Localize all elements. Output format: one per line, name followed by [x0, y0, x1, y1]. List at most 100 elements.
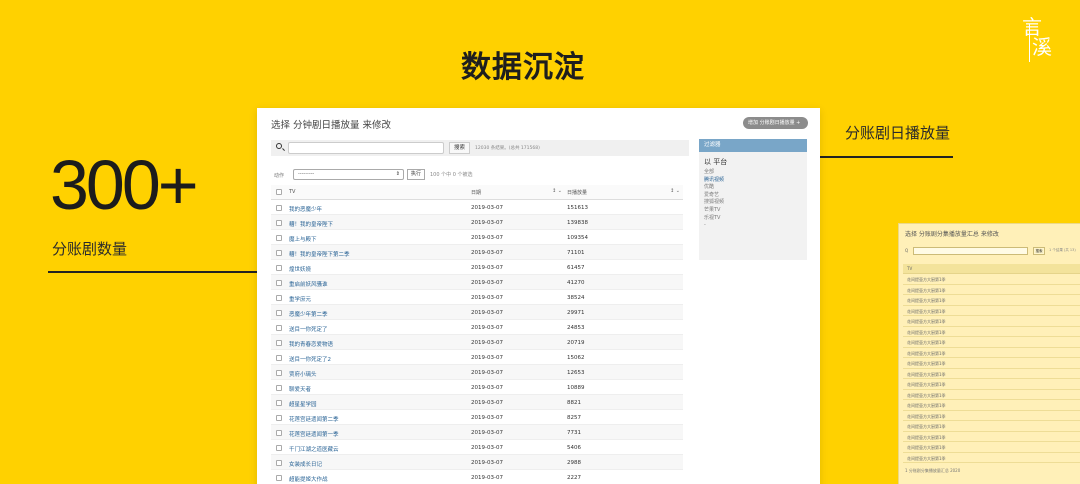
secondary-table: TV 花间提壶方大厨第1季 花间提壶方大厨第1季 花间提壶方大厨第1季 花间提壶方大厨…: [903, 264, 1080, 463]
secondary-search-button[interactable]: 搜索: [1033, 247, 1045, 255]
table-row: 重学庶元 2019-03-07 38524: [271, 290, 683, 305]
filter-option[interactable]: 乐视TV: [704, 215, 807, 223]
search-button[interactable]: 搜索: [449, 142, 470, 154]
add-record-button[interactable]: 增加 分账剧日播放量 +: [743, 117, 808, 129]
row-title-link[interactable]: 重学庶元: [289, 295, 311, 303]
secondary-row-title[interactable]: 花间提壶方大厨第1季: [907, 424, 946, 430]
filter-option[interactable]: 搜狐视频: [704, 199, 807, 207]
row-title-link[interactable]: 恶魔少年第二季: [289, 310, 328, 318]
column-title[interactable]: TV: [289, 189, 295, 195]
secondary-row-title[interactable]: 花间提壶方大厨第1季: [907, 456, 946, 462]
row-view-count: 41270: [567, 280, 585, 286]
row-checkbox[interactable]: [276, 355, 282, 361]
search-input[interactable]: [288, 142, 444, 154]
row-title-link[interactable]: 超能提姬大作战: [289, 475, 328, 483]
search-result-count: 12030 条结果。(总共 171568): [475, 146, 540, 151]
secondary-row-title[interactable]: 花间提壶方大厨第1季: [907, 330, 946, 336]
row-checkbox[interactable]: [276, 340, 282, 346]
secondary-row-title[interactable]: 花间提壶方大厨第1季: [907, 288, 946, 294]
row-checkbox[interactable]: [276, 445, 282, 451]
column-title[interactable]: TV: [907, 266, 912, 271]
row-title-link[interactable]: 我的青春恋爱物语: [289, 340, 333, 348]
row-view-count: 29971: [567, 310, 585, 316]
row-view-count: 139838: [567, 220, 588, 226]
secondary-row-title[interactable]: 花间提壶方大厨第1季: [907, 277, 946, 283]
secondary-row-title[interactable]: 花间提壶方大厨第1季: [907, 351, 946, 357]
row-date: 2019-03-07: [471, 235, 503, 241]
filter-option[interactable]: 腾讯视频: [704, 177, 807, 185]
filter-option[interactable]: 优酷: [704, 184, 807, 192]
filter-option[interactable]: 芒果TV: [704, 207, 807, 215]
secondary-table-row: 花间提壶方大厨第1季: [903, 306, 1080, 316]
secondary-row-title[interactable]: 花间提壶方大厨第1季: [907, 414, 946, 420]
row-checkbox[interactable]: [276, 385, 282, 391]
secondary-row-title[interactable]: 花间提壶方大厨第1季: [907, 361, 946, 367]
secondary-row-title[interactable]: 花间提壶方大厨第1季: [907, 393, 946, 399]
filter-list: 全部 腾讯视频 优酷 爱奇艺 搜狐视频 芒果TV 乐视TV -: [699, 169, 807, 230]
secondary-row-title[interactable]: 花间提壶方大厨第1季: [907, 445, 946, 451]
row-title-link[interactable]: 煌世妖娆: [289, 265, 311, 273]
row-title-link[interactable]: 花莲宫廷遗闻第一季: [289, 430, 339, 438]
row-title-link[interactable]: 送目一你死定了: [289, 325, 328, 333]
secondary-search-input[interactable]: [913, 247, 1028, 255]
row-title-link[interactable]: 我的恶魔少年: [289, 205, 322, 213]
row-title-link[interactable]: 魔上与殿下: [289, 235, 317, 243]
page-title: 选择 分钟剧日播放量 来修改: [271, 120, 392, 131]
table-row: 糟！我的皇帝陛下 2019-03-07 139838: [271, 215, 683, 230]
row-checkbox[interactable]: [276, 220, 282, 226]
row-view-count: 10889: [567, 385, 585, 391]
secondary-row-title[interactable]: 花间提壶方大厨第1季: [907, 298, 946, 304]
row-title-link[interactable]: 聊爱天者: [289, 385, 311, 393]
row-checkbox[interactable]: [276, 400, 282, 406]
row-checkbox[interactable]: [276, 280, 282, 286]
row-checkbox[interactable]: [276, 430, 282, 436]
sort-icon[interactable]: ↕ ⌄: [670, 188, 680, 194]
secondary-row-title[interactable]: 花间提壶方大厨第1季: [907, 319, 946, 325]
row-date: 2019-03-07: [471, 250, 503, 256]
row-checkbox[interactable]: [276, 310, 282, 316]
table-body: 我的恶魔少年 2019-03-07 151613 糟！我的皇帝陛下 2019-03-07…: [271, 200, 683, 484]
row-title-link[interactable]: 千门江湖之道医藏云: [289, 445, 339, 453]
row-title-link[interactable]: 贾府小璃头: [289, 370, 317, 378]
action-bar: 动作 --------- ⇕ 执行 100 个中 0 个被选: [271, 168, 689, 182]
secondary-row-title[interactable]: 花间提壶方大厨第1季: [907, 435, 946, 441]
row-view-count: 8821: [567, 400, 581, 406]
row-checkbox[interactable]: [276, 205, 282, 211]
secondary-row-title[interactable]: 花间提壶方大厨第1季: [907, 382, 946, 388]
row-title-link[interactable]: 重启前妖风骚谁: [289, 280, 328, 288]
select-all-checkbox[interactable]: [276, 189, 282, 195]
row-title-link[interactable]: 花莲宫廷遗闻第二季: [289, 415, 339, 423]
row-title-link[interactable]: 女装成长日记: [289, 460, 322, 468]
row-checkbox[interactable]: [276, 250, 282, 256]
results-table: TV 日期 ↕ ⌄ 日播放量 ↕ ⌄ 我的恶魔少年 2019-03-07 15161…: [271, 185, 683, 484]
filter-option[interactable]: -: [704, 222, 807, 230]
row-checkbox[interactable]: [276, 325, 282, 331]
column-date[interactable]: 日期: [471, 189, 481, 196]
row-checkbox[interactable]: [276, 460, 282, 466]
row-title-link[interactable]: 超星星学园: [289, 400, 317, 408]
secondary-row-title[interactable]: 花间提壶方大厨第1季: [907, 372, 946, 378]
row-checkbox[interactable]: [276, 295, 282, 301]
secondary-row-title[interactable]: 花间提壶方大厨第1季: [907, 340, 946, 346]
row-date: 2019-03-07: [471, 475, 503, 481]
row-date: 2019-03-07: [471, 265, 503, 271]
row-title-link[interactable]: 糟！我的皇帝陛下第二季: [289, 250, 350, 258]
row-checkbox[interactable]: [276, 475, 282, 481]
filter-option[interactable]: 全部: [704, 169, 807, 177]
secondary-row-title[interactable]: 花间提壶方大厨第1季: [907, 309, 946, 315]
row-checkbox[interactable]: [276, 235, 282, 241]
row-title-link[interactable]: 糟！我的皇帝陛下: [289, 220, 333, 228]
filter-subtitle: 以 平台: [704, 158, 728, 166]
secondary-row-title[interactable]: 花间提壶方大厨第1季: [907, 403, 946, 409]
row-date: 2019-03-07: [471, 340, 503, 346]
action-select[interactable]: --------- ⇕: [293, 169, 404, 180]
row-checkbox[interactable]: [276, 370, 282, 376]
row-title-link[interactable]: 送目一你死定了2: [289, 355, 331, 363]
run-action-button[interactable]: 执行: [407, 169, 425, 180]
series-count-label: 分账剧数量: [52, 240, 128, 258]
row-checkbox[interactable]: [276, 265, 282, 271]
sort-icon[interactable]: ↕ ⌄: [552, 188, 562, 194]
table-row: 女装成长日记 2019-03-07 2988: [271, 455, 683, 470]
row-checkbox[interactable]: [276, 415, 282, 421]
column-count[interactable]: 日播放量: [567, 189, 587, 196]
